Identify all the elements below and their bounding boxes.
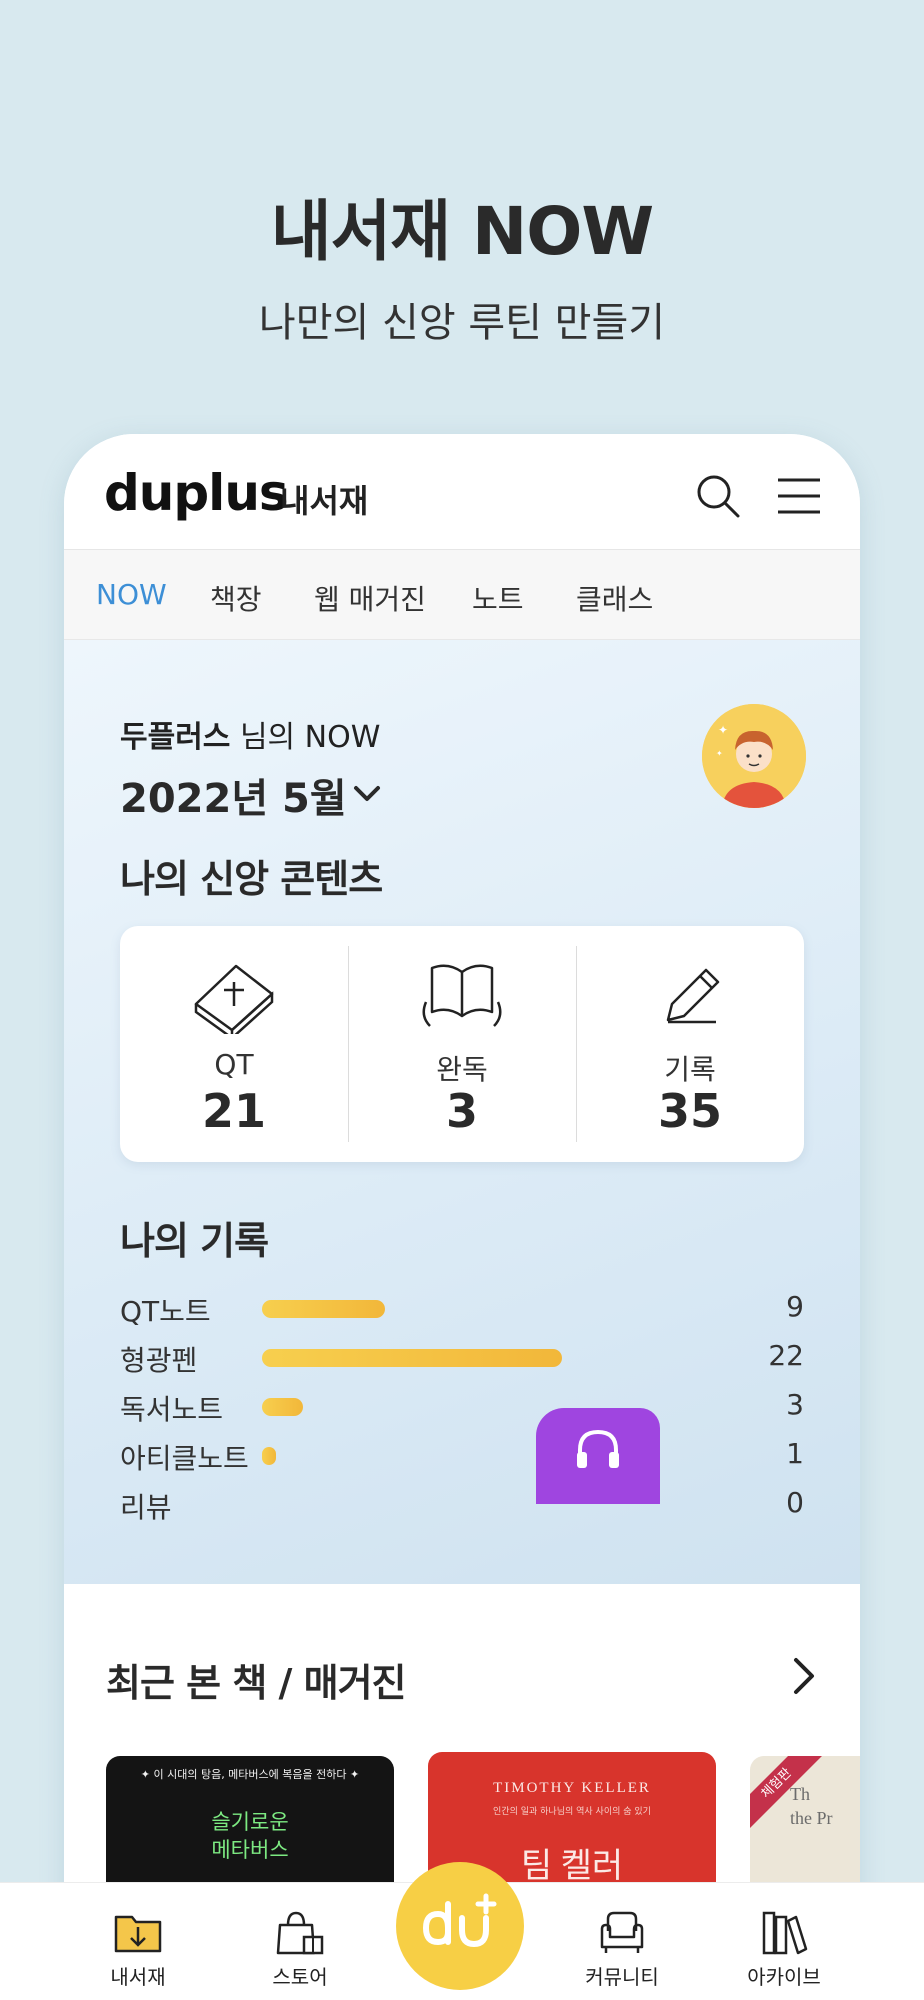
nav-tabs: NOW 책장 웹 매거진 노트 클래스 (64, 550, 860, 640)
nav-label: 커뮤니티 (585, 1965, 659, 1989)
sofa-icon (598, 1909, 646, 1955)
stat-label: QT (214, 1048, 254, 1081)
headphones-icon (574, 1426, 622, 1470)
user-name: 두플러스 (120, 720, 231, 755)
record-value: 0 (786, 1486, 804, 1519)
record-track (262, 1300, 732, 1318)
library-download-icon (114, 1909, 162, 1955)
book-author: TIMOTHY KELLER (493, 1780, 651, 1796)
record-label: 리뷰 (120, 1491, 172, 1524)
chevron-down-icon[interactable] (350, 776, 384, 810)
record-row[interactable]: 독서노트 3 (120, 1388, 804, 1426)
center-duplus-button[interactable] (396, 1862, 524, 1990)
chevron-right-icon[interactable] (784, 1654, 824, 1698)
record-row[interactable]: 아티클노트 1 (120, 1437, 804, 1475)
record-value: 22 (768, 1339, 804, 1372)
record-bar (262, 1447, 276, 1465)
tab-class[interactable]: 클래스 (576, 578, 653, 618)
records-title: 나의 기록 (120, 1219, 269, 1263)
duplus-plus-icon (418, 1890, 502, 1962)
stat-completed[interactable]: 완독 3 (348, 926, 576, 1162)
record-label: QT노트 (120, 1295, 211, 1328)
record-row[interactable]: 리뷰 0 (120, 1486, 804, 1524)
record-value: 3 (786, 1388, 804, 1421)
open-book-icon (418, 954, 506, 1034)
phone-frame: duplus 내서재 NOW 책장 웹 매거진 노트 클래스 두플러스 님의 N… (64, 434, 860, 2000)
nav-community[interactable]: 커뮤니티 (552, 1883, 692, 2000)
record-row[interactable]: 형광펜 22 (120, 1339, 804, 1377)
record-bar (262, 1398, 303, 1416)
month-selector[interactable]: 2022년 5월 (120, 766, 347, 824)
record-track (262, 1349, 732, 1367)
greeting-suffix: 님의 NOW (230, 720, 381, 755)
stat-records[interactable]: 기록 35 (576, 926, 804, 1162)
nav-label: 내서재 (110, 1965, 166, 1989)
book-title-line: Th (790, 1784, 810, 1804)
avatar[interactable]: ✦ ✦ (702, 704, 806, 808)
record-row[interactable]: QT노트 9 (120, 1290, 804, 1328)
record-label: 형광펜 (120, 1344, 198, 1377)
tab-notes[interactable]: 노트 (472, 578, 524, 618)
book-title-line: 슬기로운 (211, 1810, 289, 1834)
book-top-text: ✦ 이 시대의 탕음, 메타버스에 복음을 전하다 ✦ (140, 1768, 360, 1781)
bible-icon (190, 954, 278, 1041)
stat-value: 3 (445, 1084, 478, 1138)
record-label: 독서노트 (120, 1393, 224, 1426)
app-header: duplus 내서재 (64, 434, 860, 550)
record-track (262, 1496, 732, 1514)
nav-store[interactable]: 스토어 (230, 1883, 370, 2000)
nav-archive[interactable]: 아카이브 (714, 1883, 854, 2000)
stat-value: 35 (657, 1084, 722, 1138)
section-title: 내서재 (280, 482, 369, 520)
stats-card: QT 21 완독 3 기록 35 (120, 926, 804, 1162)
tab-bookshelf[interactable]: 책장 (210, 578, 262, 618)
now-panel: 두플러스 님의 NOW 2022년 5월 ✦ ✦ 나의 신앙 콘텐츠 QT 21… (64, 640, 860, 1584)
record-value: 9 (786, 1290, 804, 1323)
tab-now[interactable]: NOW (96, 578, 167, 611)
stat-qt[interactable]: QT 21 (120, 926, 348, 1162)
search-icon[interactable] (694, 472, 742, 520)
shopping-bag-icon (276, 1909, 324, 1955)
book-subtitle: 인간의 일과 하나님의 역사 사이의 숨 있기 (493, 1807, 651, 1817)
record-bar (262, 1300, 385, 1318)
contents-title: 나의 신앙 콘텐츠 (120, 857, 383, 901)
pencil-icon (646, 954, 734, 1034)
stat-value: 21 (201, 1084, 266, 1138)
book-title-line: the Pr (790, 1808, 833, 1828)
record-bar (262, 1349, 562, 1367)
stat-label: 기록 (664, 1053, 716, 1086)
book-title: 슬기로운 메타버스 (106, 1808, 394, 1864)
greeting: 두플러스 님의 NOW (120, 712, 380, 756)
recent-title: 최근 본 책 / 매거진 (106, 1661, 407, 1705)
audio-player-button[interactable] (536, 1408, 660, 1504)
svg-text:✦: ✦ (718, 723, 728, 737)
tab-web-magazine[interactable]: 웹 매거진 (314, 578, 426, 618)
record-value: 1 (786, 1437, 804, 1470)
hamburger-menu-icon[interactable] (774, 472, 822, 520)
record-track (262, 1398, 732, 1416)
nav-label: 아카이브 (747, 1965, 821, 1989)
nav-label: 스토어 (272, 1965, 328, 1989)
nav-library[interactable]: 내서재 (68, 1883, 208, 2000)
record-track (262, 1447, 732, 1465)
stat-label: 완독 (436, 1053, 488, 1086)
record-label: 아티클노트 (120, 1442, 249, 1475)
book-title: Th the Pr (790, 1782, 833, 1830)
svg-text:✦: ✦ (716, 749, 723, 758)
hero-title: 내서재 NOW (270, 193, 654, 270)
hero-subtitle: 나만의 신앙 루틴 만들기 (258, 300, 666, 346)
duplus-logo[interactable]: duplus (104, 464, 289, 522)
books-archive-icon (760, 1909, 808, 1955)
book-title-line: 메타버스 (211, 1838, 289, 1862)
